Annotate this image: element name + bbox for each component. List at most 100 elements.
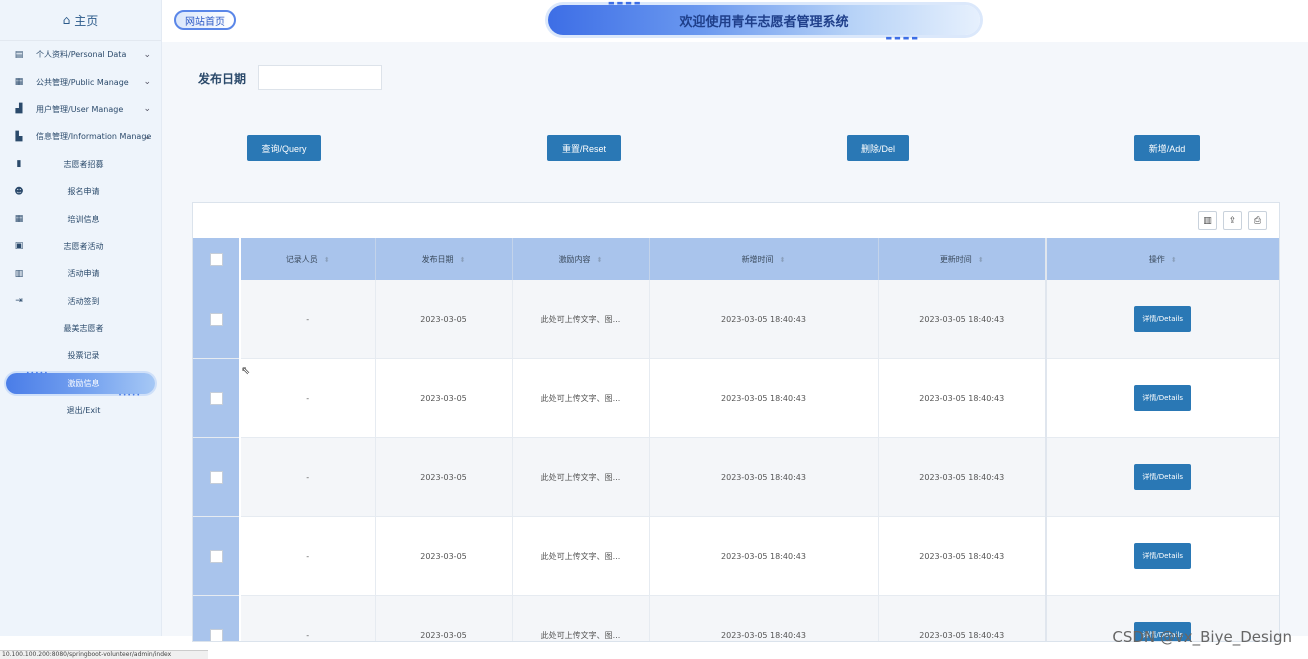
sidebar-item-label: 退出/Exit <box>66 406 101 416</box>
content-cell: 此处可上传文字、图... <box>512 280 650 359</box>
table-row[interactable]: -2023-03-05 此处可上传文字、图... 2023-03-05 18:40:… <box>193 358 1279 438</box>
content-cell: 此处可上传文字、图... <box>512 437 650 517</box>
print-icon[interactable]: ⎙ <box>1248 211 1267 230</box>
row-select-cell[interactable] <box>193 595 241 641</box>
recorder-cell: - <box>240 595 376 641</box>
date-cell: 2023-03-05 <box>375 595 513 641</box>
operation-cell: 详情/Details <box>1045 280 1279 359</box>
sidebar-item[interactable]: ▣ 志愿者活动 <box>0 233 161 260</box>
sidebar-item[interactable]: ••••• ••••• 激励信息 <box>0 369 161 400</box>
row-checkbox[interactable] <box>209 628 223 641</box>
reset-button[interactable]: 重置/Reset <box>547 135 621 161</box>
sidebar-item[interactable]: ▤ 个人资料/Personal Data ⌄ <box>0 41 161 68</box>
delete-button[interactable]: 删除/Del <box>847 135 909 161</box>
sidebar-home-label: 主页 <box>74 13 99 28</box>
data-table-panel: ▥ ⇪ ⎙ 记录人员 ⬍ 发布日期 ⬍ 激励内容 ⬍ 新增时间 ⬍ 更新时间 ⬍… <box>192 202 1280 642</box>
updated-time-cell: 2023-03-05 18:40:43 <box>878 595 1047 641</box>
created-time-cell: 2023-03-05 18:40:43 <box>649 595 879 641</box>
select-all-checkbox[interactable] <box>209 252 223 266</box>
sidebar-item[interactable]: ▮ 志愿者招募 <box>0 151 161 178</box>
query-button[interactable]: 查询/Query <box>247 135 321 161</box>
row-checkbox[interactable] <box>209 312 223 326</box>
add-button[interactable]: 新增/Add <box>1134 135 1200 161</box>
sidebar-item[interactable]: 投票记录 <box>0 342 161 369</box>
sidebar-home[interactable]: ⌂ 主页 <box>0 0 161 41</box>
column-header[interactable]: 操作 ⬍ <box>1045 238 1279 280</box>
table-row[interactable]: -2023-03-05 此处可上传文字、图... 2023-03-05 18:40:… <box>193 280 1279 359</box>
row-checkbox[interactable] <box>209 549 223 563</box>
sort-icon[interactable]: ⬍ <box>597 256 603 264</box>
column-header[interactable]: 更新时间 ⬍ <box>878 238 1047 280</box>
updated-time-cell: 2023-03-05 18:40:43 <box>878 280 1047 359</box>
date-cell: 2023-03-05 <box>375 280 513 359</box>
table-row[interactable]: -2023-03-05 此处可上传文字、图... 2023-03-05 18:40:… <box>193 516 1279 596</box>
filter-date-input[interactable] <box>258 65 382 90</box>
chevron-down-icon[interactable]: ⌄ <box>143 104 151 114</box>
sidebar-item[interactable]: ☻ 报名申请 <box>0 178 161 205</box>
sidebar-item[interactable]: ▟ 用户管理/User Manage ⌄ <box>0 96 161 123</box>
sidebar-item-label: 激励信息 <box>67 378 100 388</box>
recorder-cell: - <box>240 280 376 359</box>
content-cell: 此处可上传文字、图... <box>512 595 650 641</box>
export-icon[interactable]: ⇪ <box>1223 211 1242 230</box>
sidebar-item-label: 报名申请 <box>67 187 100 197</box>
recorder-cell: - <box>240 358 376 438</box>
column-header[interactable]: 发布日期 ⬍ <box>375 238 513 280</box>
table-row[interactable]: -2023-03-05 此处可上传文字、图... 2023-03-05 18:40:… <box>193 437 1279 517</box>
updated-time-cell: 2023-03-05 18:40:43 <box>878 516 1047 596</box>
sort-icon[interactable]: ⬍ <box>978 256 984 264</box>
details-button[interactable]: 详情/Details <box>1134 385 1192 411</box>
sort-icon[interactable]: ⬍ <box>460 256 466 264</box>
sidebar-item[interactable]: ▦ 培训信息 <box>0 205 161 232</box>
details-button[interactable]: 详情/Details <box>1134 306 1192 332</box>
building-icon: ▙ <box>15 131 23 142</box>
column-header[interactable]: 记录人员 ⬍ <box>240 238 376 280</box>
dots-decoration-icon: ••••• <box>118 392 141 400</box>
sidebar-item-label: 活动签到 <box>67 296 100 306</box>
select-all-cell[interactable] <box>193 238 241 280</box>
sidebar-menu: ▤ 个人资料/Personal Data ⌄ ▦ 公共管理/Public Manage ⌄… <box>0 41 161 424</box>
details-button[interactable]: 详情/Details <box>1134 543 1192 569</box>
row-select-cell[interactable] <box>193 516 241 596</box>
date-cell: 2023-03-05 <box>375 516 513 596</box>
home-icon: ⌂ <box>62 13 71 27</box>
row-select-cell[interactable] <box>193 280 241 359</box>
content-cell: 此处可上传文字、图... <box>512 516 650 596</box>
sidebar-item-label: 投票记录 <box>67 351 100 361</box>
site-home-button[interactable]: 网站首页 <box>174 10 236 30</box>
sidebar-item[interactable]: 最美志愿者 <box>0 315 161 342</box>
chevron-down-icon[interactable]: ⌄ <box>143 132 151 142</box>
updated-time-cell: 2023-03-05 18:40:43 <box>878 358 1047 438</box>
row-select-cell[interactable] <box>193 358 241 438</box>
row-checkbox[interactable] <box>209 470 223 484</box>
sort-icon[interactable]: ⬍ <box>780 256 786 264</box>
column-header[interactable]: 激励内容 ⬍ <box>512 238 650 280</box>
sidebar-item[interactable]: ▥ 活动申请 <box>0 260 161 287</box>
welcome-banner: ▬▬▬▬ 欢迎使用青年志愿者管理系统 ▬▬▬▬ <box>548 0 980 42</box>
dots-decoration-icon: ••••• <box>26 369 49 377</box>
sidebar-item-label: 最美志愿者 <box>63 324 104 334</box>
sort-icon[interactable]: ⬍ <box>324 256 330 264</box>
sidebar-item[interactable]: ▦ 公共管理/Public Manage ⌄ <box>0 68 161 95</box>
data-table: 记录人员 ⬍ 发布日期 ⬍ 激励内容 ⬍ 新增时间 ⬍ 更新时间 ⬍ 操作 ⬍ -2023-… <box>193 238 1279 641</box>
watermark: CSDN @vx_Biye_Design <box>1112 628 1292 646</box>
row-select-cell[interactable] <box>193 437 241 517</box>
chart-icon: ▟ <box>15 104 23 115</box>
sidebar-item[interactable]: ▙ 信息管理/Information Manage ⌄ <box>0 123 161 150</box>
column-header[interactable]: 新增时间 ⬍ <box>649 238 879 280</box>
details-button[interactable]: 详情/Details <box>1134 464 1192 490</box>
chevron-down-icon[interactable]: ⌄ <box>143 50 151 60</box>
created-time-cell: 2023-03-05 18:40:43 <box>649 516 879 596</box>
sidebar-item-label: 志愿者招募 <box>63 159 104 169</box>
chevron-down-icon[interactable]: ⌄ <box>143 77 151 87</box>
banner-dots-icon: ▬▬▬▬ <box>885 34 920 42</box>
columns-filter-icon[interactable]: ▥ <box>1198 211 1217 230</box>
sidebar-item-label: 活动申请 <box>67 269 100 279</box>
date-cell: 2023-03-05 <box>375 437 513 517</box>
sidebar-item[interactable]: ⇥ 活动签到 <box>0 288 161 315</box>
sidebar-item-label: 信息管理/Information Manage <box>36 132 152 142</box>
sort-icon[interactable]: ⬍ <box>1171 256 1177 264</box>
sidebar-item-label: 个人资料/Personal Data <box>36 50 127 60</box>
sidebar-item[interactable]: 退出/Exit <box>0 397 161 424</box>
row-checkbox[interactable] <box>209 391 223 405</box>
